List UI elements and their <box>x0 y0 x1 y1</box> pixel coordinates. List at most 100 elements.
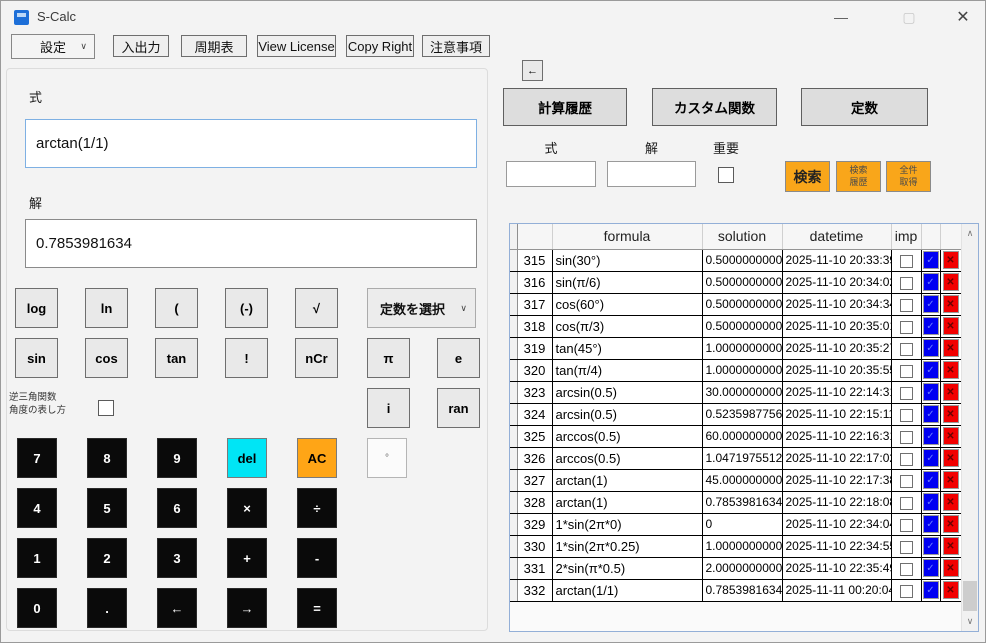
row-check-button[interactable]: ✓ <box>922 361 939 379</box>
cell-row-num[interactable]: 325 <box>517 425 553 448</box>
cell-row-num[interactable]: 328 <box>517 491 553 514</box>
cell-row-num[interactable]: 316 <box>517 271 553 294</box>
table-row[interactable]: 317 cos(60°) 0.5000000000 2025-11-10 20:34:… <box>510 293 961 316</box>
cell-datetime[interactable]: 2025-11-10 22:17:38 <box>782 469 892 492</box>
cell-delete[interactable]: ✕ <box>940 535 961 558</box>
cell-check[interactable]: ✓ <box>921 535 941 558</box>
cell-delete[interactable]: ✕ <box>940 425 961 448</box>
scrollbar-thumb[interactable] <box>963 581 977 611</box>
cell-row-num[interactable]: 329 <box>517 513 553 536</box>
io-button[interactable]: 入出力 <box>113 35 169 57</box>
cell-solution[interactable]: 1.0471975512 <box>702 447 783 470</box>
keypad-key-°[interactable]: ° <box>367 438 407 478</box>
constants-button[interactable]: 定数 <box>801 88 928 126</box>
row-check-button[interactable]: ✓ <box>922 559 939 577</box>
cell-datetime[interactable]: 2025-11-10 20:35:01 <box>782 315 892 338</box>
row-delete-button[interactable]: ✕ <box>942 251 959 269</box>
cell-imp[interactable] <box>891 403 922 426</box>
keypad-key-9[interactable]: 9 <box>157 438 197 478</box>
keypad-key-4[interactable]: 4 <box>17 488 57 528</box>
view-license-button[interactable]: View License <box>257 35 336 57</box>
cell-check[interactable]: ✓ <box>921 337 941 360</box>
cell-row-num[interactable]: 324 <box>517 403 553 426</box>
cell-formula[interactable]: tan(π/4) <box>552 359 703 382</box>
cell-row-num[interactable]: 332 <box>517 579 553 602</box>
search-formula-input[interactable] <box>506 161 596 187</box>
imp-checkbox[interactable] <box>899 496 913 510</box>
cell-formula[interactable]: sin(30°) <box>552 249 703 272</box>
formula-input[interactable] <box>25 119 477 168</box>
cell-check[interactable]: ✓ <box>921 315 941 338</box>
table-row[interactable]: 332 arctan(1/1) 0.7853981634 2025-11-11 00:… <box>510 579 961 602</box>
imp-checkbox[interactable] <box>899 584 913 598</box>
row-delete-button[interactable]: ✕ <box>942 339 959 357</box>
row-delete-button[interactable]: ✕ <box>942 361 959 379</box>
scroll-up-icon[interactable]: ∧ <box>962 228 978 239</box>
imp-checkbox[interactable] <box>899 430 913 444</box>
cell-row-num[interactable]: 326 <box>517 447 553 470</box>
cell-datetime[interactable]: 2025-11-10 22:17:02 <box>782 447 892 470</box>
cell-datetime[interactable]: 2025-11-10 22:14:31 <box>782 381 892 404</box>
imp-checkbox[interactable] <box>899 386 913 400</box>
row-check-button[interactable]: ✓ <box>922 317 939 335</box>
custom-functions-button[interactable]: カスタム関数 <box>652 88 777 126</box>
cell-datetime[interactable]: 2025-11-10 22:16:31 <box>782 425 892 448</box>
table-row[interactable]: 316 sin(π/6) 0.5000000000 2025-11-10 20:34:… <box>510 271 961 294</box>
row-delete-button[interactable]: ✕ <box>942 427 959 445</box>
row-check-button[interactable]: ✓ <box>922 405 939 423</box>
table-row[interactable]: 330 1*sin(2π*0.25) 1.0000000000 2025-11-10 … <box>510 535 961 558</box>
table-row[interactable]: 323 arcsin(0.5) 30.0000000000 2025-11-10 22… <box>510 381 961 404</box>
cell-formula[interactable]: sin(π/6) <box>552 271 703 294</box>
cell-delete[interactable]: ✕ <box>940 579 961 602</box>
header-formula[interactable]: formula <box>552 224 703 250</box>
cell-imp[interactable] <box>891 271 922 294</box>
cell-check[interactable]: ✓ <box>921 293 941 316</box>
cell-check[interactable]: ✓ <box>921 469 941 492</box>
cell-formula[interactable]: cos(60°) <box>552 293 703 316</box>
row-delete-button[interactable]: ✕ <box>942 537 959 555</box>
cell-row-num[interactable]: 331 <box>517 557 553 580</box>
fn-key-cos[interactable]: cos <box>85 338 128 378</box>
cell-solution[interactable]: 2.0000000000 <box>702 557 783 580</box>
row-check-button[interactable]: ✓ <box>922 581 939 599</box>
cell-row-num[interactable]: 320 <box>517 359 553 382</box>
cell-imp[interactable] <box>891 557 922 580</box>
cell-imp[interactable] <box>891 469 922 492</box>
cell-delete[interactable]: ✕ <box>940 271 961 294</box>
row-check-button[interactable]: ✓ <box>922 383 939 401</box>
fn-key-ran[interactable]: ran <box>437 388 480 428</box>
row-check-button[interactable]: ✓ <box>922 471 939 489</box>
cell-datetime[interactable]: 2025-11-10 22:35:49 <box>782 557 892 580</box>
cell-solution[interactable]: 0.5000000000 <box>702 271 783 294</box>
cell-check[interactable]: ✓ <box>921 271 941 294</box>
row-delete-button[interactable]: ✕ <box>942 273 959 291</box>
cell-check[interactable]: ✓ <box>921 403 941 426</box>
imp-checkbox[interactable] <box>899 320 913 334</box>
keypad-key-8[interactable]: 8 <box>87 438 127 478</box>
row-delete-button[interactable]: ✕ <box>942 515 959 533</box>
cell-delete[interactable]: ✕ <box>940 381 961 404</box>
cell-solution[interactable]: 1.0000000000 <box>702 359 783 382</box>
cell-formula[interactable]: 1*sin(2π*0) <box>552 513 703 536</box>
table-row[interactable]: 327 arctan(1) 45.0000000000 2025-11-10 22:1… <box>510 469 961 492</box>
cell-imp[interactable] <box>891 315 922 338</box>
cell-check[interactable]: ✓ <box>921 557 941 580</box>
table-row[interactable]: 315 sin(30°) 0.5000000000 2025-11-10 20:33:… <box>510 249 961 272</box>
cell-formula[interactable]: arccos(0.5) <box>552 425 703 448</box>
keypad-key-0[interactable]: 0 <box>17 588 57 628</box>
table-row[interactable]: 329 1*sin(2π*0) 0 2025-11-10 22:34:04 ✓ ✕ <box>510 513 961 536</box>
row-delete-button[interactable]: ✕ <box>942 581 959 599</box>
keypad-key-5[interactable]: 5 <box>87 488 127 528</box>
keypad-key-3[interactable]: 3 <box>157 538 197 578</box>
cell-row-num[interactable]: 317 <box>517 293 553 316</box>
cell-formula[interactable]: tan(45°) <box>552 337 703 360</box>
cell-solution[interactable]: 1.0000000000 <box>702 535 783 558</box>
cell-solution[interactable]: 30.0000000000 <box>702 381 783 404</box>
row-check-button[interactable]: ✓ <box>922 295 939 313</box>
fn-key-ln[interactable]: ln <box>85 288 128 328</box>
cell-datetime[interactable]: 2025-11-10 20:35:55 <box>782 359 892 382</box>
search-button[interactable]: 検索 <box>785 161 830 192</box>
imp-checkbox[interactable] <box>899 518 913 532</box>
cell-row-num[interactable]: 319 <box>517 337 553 360</box>
fn-key-tan[interactable]: tan <box>155 338 198 378</box>
